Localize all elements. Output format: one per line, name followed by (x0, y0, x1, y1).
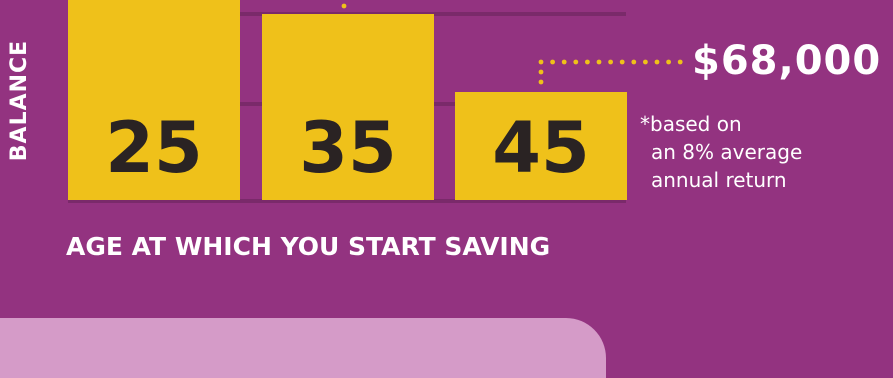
bar-labels: 25 35 45 (105, 107, 589, 189)
leader-dot-callout (538, 79, 544, 85)
footnote-line-2: an 8% average (651, 140, 803, 164)
bar-label-45: 45 (492, 107, 589, 189)
next-section-panel (0, 318, 606, 378)
leader-dot-callout (643, 59, 648, 65)
footnote-line-1: *based on (640, 112, 742, 136)
bar-label-35: 35 (299, 107, 396, 189)
leader-dot-callout (550, 59, 555, 65)
leader-dot-callout (619, 59, 625, 65)
x-axis-label: AGE AT WHICH YOU START SAVING (66, 232, 551, 261)
leader-dot-callout (631, 59, 637, 65)
balance-callout: $68,000 (692, 38, 882, 84)
footnote-line-3: annual return (651, 168, 787, 192)
leader-dot-callout (585, 59, 590, 65)
footnote: *based on an 8% average annual return (640, 110, 880, 194)
bar-label-25: 25 (105, 107, 202, 189)
y-axis-label: BALANCE (7, 39, 33, 161)
leader-dot-callout (677, 59, 683, 65)
leader-dot-callout (538, 59, 544, 65)
leader-dot-callout (666, 59, 671, 65)
leader-dot-callout (573, 59, 579, 65)
leader-dot-35 (341, 3, 347, 9)
leader-dot-callout (561, 59, 567, 65)
leader-dot-callout (608, 59, 613, 65)
leader-dot-callout (538, 69, 544, 75)
leader-dot-callout (596, 59, 602, 65)
leader-dot-callout (654, 59, 660, 65)
